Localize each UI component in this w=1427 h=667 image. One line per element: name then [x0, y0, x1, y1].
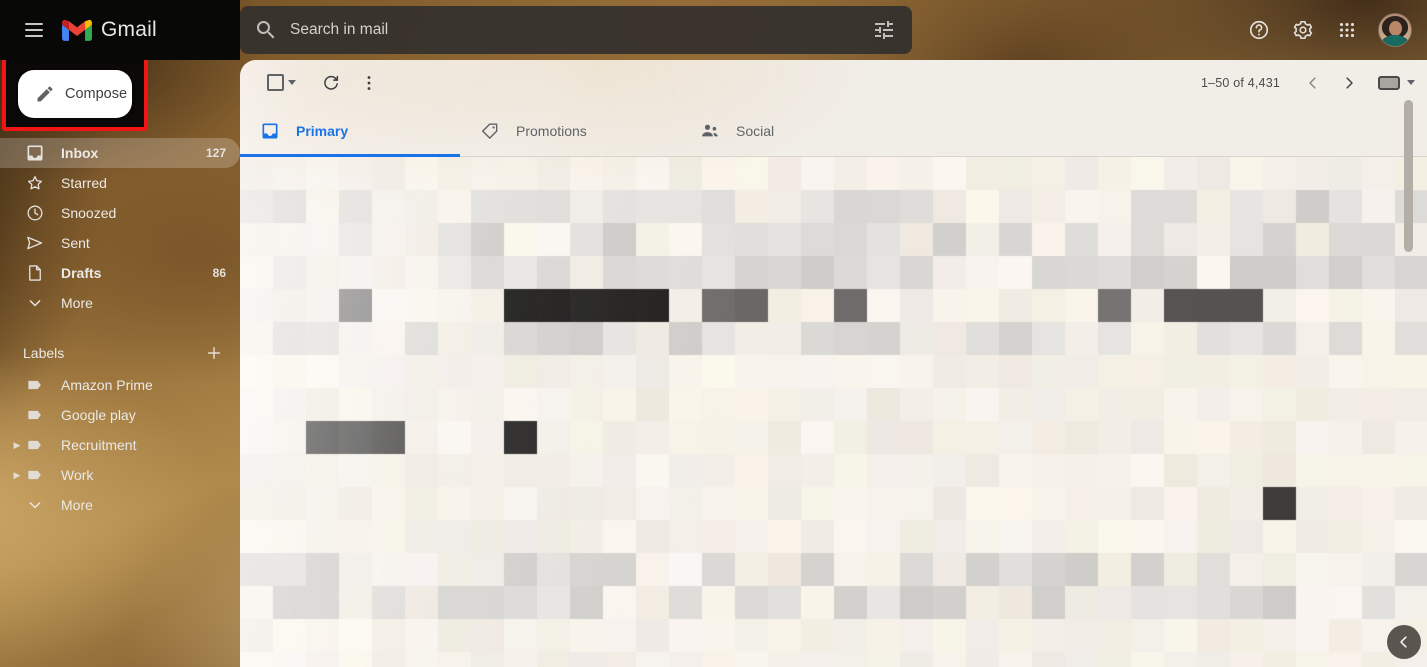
- sidebar-label-text: Google play: [61, 407, 136, 423]
- user-avatar[interactable]: [1379, 14, 1411, 46]
- input-tools-button[interactable]: [1378, 75, 1415, 90]
- gear-icon[interactable]: [1283, 10, 1323, 50]
- people-tab-icon: [702, 124, 718, 136]
- sidebar-item-drafts[interactable]: Drafts 86: [0, 258, 240, 288]
- sidebar-labels-more-text: More: [61, 497, 93, 513]
- expand-caret-icon[interactable]: ▶: [11, 440, 23, 451]
- sidebar-item-snoozed[interactable]: Snoozed: [0, 198, 240, 228]
- tag-tab-icon: [482, 122, 498, 139]
- gmail-logo-icon: [62, 19, 92, 41]
- inbox-icon: [27, 145, 43, 161]
- mail-category-tabs: Primary Promotions Social: [240, 105, 1427, 157]
- apps-grid-icon[interactable]: [1327, 10, 1367, 50]
- tab-social[interactable]: Social: [680, 105, 900, 156]
- sidebar-item-label: Sent: [61, 235, 90, 251]
- brand[interactable]: Gmail: [62, 18, 157, 42]
- sidebar-label-recruitment[interactable]: ▶ Recruitment: [0, 430, 240, 460]
- list-toolbar: 1–50 of 4,431: [240, 60, 1427, 105]
- label-tag-icon: [28, 440, 41, 450]
- sidebar-item-count: 127: [205, 146, 226, 160]
- topbar-brand-area: Gmail: [0, 0, 240, 60]
- side-panel-toggle-button[interactable]: [1387, 625, 1421, 659]
- message-list-mosaic-canvas: [240, 157, 1427, 667]
- send-icon: [27, 236, 43, 250]
- sidebar-item-label: More: [61, 295, 93, 311]
- help-circle-icon[interactable]: [1239, 10, 1279, 50]
- label-tag-icon: [28, 470, 41, 480]
- tab-primary[interactable]: Primary: [240, 105, 460, 157]
- tab-label: Primary: [296, 122, 349, 139]
- refresh-icon[interactable]: [314, 66, 348, 100]
- sidebar-item-count: 86: [212, 266, 226, 280]
- sidebar-nav: Inbox 127 Starred Snoozed Sent Drafts 86…: [0, 138, 240, 520]
- mail-list-panel: 1–50 of 4,431 Primary Promotions Social: [240, 60, 1427, 667]
- compose-button[interactable]: Compose: [18, 70, 132, 118]
- sidebar-item-inbox[interactable]: Inbox 127: [0, 138, 240, 168]
- select-all-checkbox[interactable]: [258, 66, 292, 100]
- sidebar-item-label: Snoozed: [61, 205, 117, 221]
- message-list-scrollbar[interactable]: [1404, 100, 1413, 650]
- sidebar-label-google-play[interactable]: Google play: [0, 400, 240, 430]
- search-icon: [257, 21, 275, 39]
- inbox-tab-icon: [262, 123, 278, 138]
- sidebar-label-amazon-prime[interactable]: Amazon Prime: [0, 370, 240, 400]
- sidebar-label-text: Work: [61, 467, 94, 483]
- tune-filter-icon[interactable]: [872, 18, 896, 42]
- hamburger-menu-icon[interactable]: [14, 10, 54, 50]
- plus-icon[interactable]: [204, 343, 224, 363]
- gmail-app-window: Gmail Search in mail Compose Inbox 127 S…: [0, 0, 1427, 667]
- sidebar-item-starred[interactable]: Starred: [0, 168, 240, 198]
- sidebar-item-more[interactable]: More: [0, 288, 240, 318]
- search-bar[interactable]: [240, 6, 912, 54]
- sidebar-labels-more[interactable]: More: [0, 490, 240, 520]
- sidebar-item-label: Starred: [61, 175, 107, 191]
- chevron-left-icon: [1400, 636, 1407, 648]
- label-tag-icon: [28, 380, 41, 390]
- topbar-actions: [1239, 10, 1427, 50]
- chevron-down-icon: [29, 502, 41, 509]
- keyboard-input-tools-icon: [1378, 75, 1400, 90]
- prev-page-button[interactable]: [1296, 66, 1330, 100]
- labels-title: Labels: [23, 345, 65, 361]
- more-vertical-icon[interactable]: [352, 66, 386, 100]
- tab-label: Promotions: [516, 122, 587, 139]
- label-tag-icon: [28, 410, 41, 420]
- brand-name: Gmail: [101, 18, 157, 41]
- chevron-down-icon: [29, 300, 41, 307]
- compose-label: Compose: [65, 86, 128, 102]
- sidebar-item-label: Inbox: [61, 145, 99, 161]
- next-page-button[interactable]: [1332, 66, 1366, 100]
- sidebar-label-work[interactable]: ▶ Work: [0, 460, 240, 490]
- message-list-redacted[interactable]: [240, 157, 1427, 667]
- pencil-icon: [37, 86, 53, 102]
- tab-label: Social: [736, 122, 775, 139]
- sidebar-item-label: Drafts: [61, 265, 102, 281]
- sidebar: Compose Inbox 127 Starred Snoozed Sent D…: [0, 55, 240, 667]
- clock-icon: [27, 205, 43, 221]
- draft-icon: [29, 265, 41, 281]
- top-app-bar: Gmail: [0, 0, 1427, 60]
- select-all-dropdown-icon[interactable]: [288, 80, 296, 85]
- scrollbar-thumb[interactable]: [1404, 100, 1413, 252]
- sidebar-item-sent[interactable]: Sent: [0, 228, 240, 258]
- star-icon: [28, 176, 42, 190]
- sidebar-label-text: Recruitment: [61, 437, 137, 453]
- search-input[interactable]: [290, 21, 872, 39]
- pagination-controls: 1–50 of 4,431: [1201, 66, 1427, 100]
- tab-promotions[interactable]: Promotions: [460, 105, 680, 156]
- input-tools-dropdown-icon[interactable]: [1407, 80, 1415, 85]
- pager-range-text: 1–50 of 4,431: [1200, 75, 1280, 90]
- sidebar-label-text: Amazon Prime: [61, 377, 153, 393]
- labels-header: Labels: [0, 336, 240, 370]
- expand-caret-icon[interactable]: ▶: [11, 470, 23, 481]
